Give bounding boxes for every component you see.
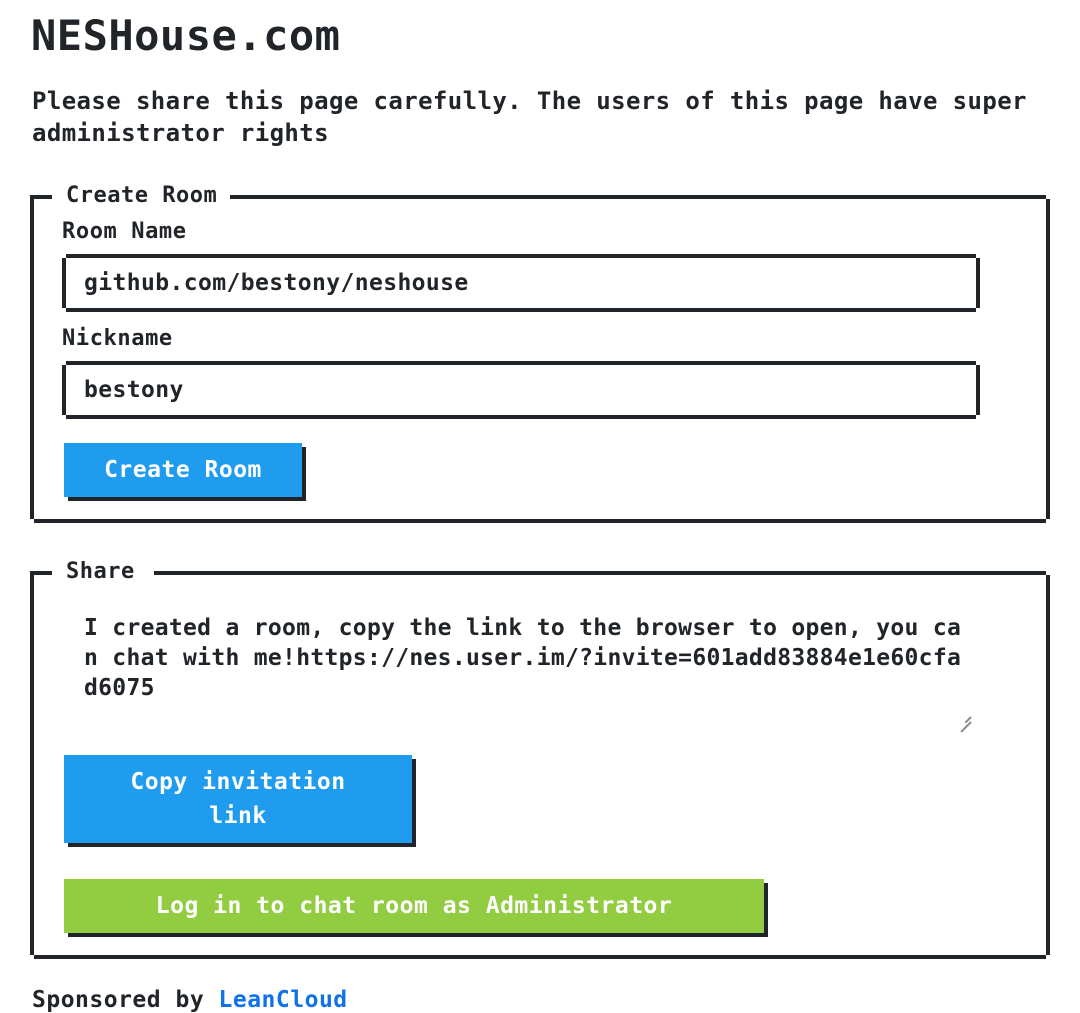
sponsored-prefix-text: Sponsored by bbox=[32, 987, 219, 1013]
create-room-button-label: Create Room bbox=[64, 443, 302, 498]
input-border-right bbox=[976, 258, 980, 309]
create-room-button[interactable]: Create Room bbox=[64, 443, 306, 502]
login-as-administrator-button-label: Log in to chat room as Administrator bbox=[64, 879, 764, 934]
invite-text-content[interactable]: I created a room, copy the link to the b… bbox=[66, 607, 976, 730]
input-border-bottom bbox=[66, 415, 976, 420]
fieldset-border-top-right bbox=[154, 571, 1046, 576]
copy-button-label-line1: Copy invitation bbox=[130, 769, 346, 796]
share-section: Share I created a room, copy the link to… bbox=[30, 557, 1050, 960]
share-legend: Share bbox=[58, 559, 145, 585]
sponsor-footer: Sponsored by LeanCloud bbox=[32, 987, 1050, 1013]
leancloud-sponsor-link[interactable]: LeanCloud bbox=[219, 987, 348, 1013]
page-root: NESHouse.com Please share this page care… bbox=[0, 0, 1080, 1013]
page-title: NESHouse.com bbox=[31, 11, 341, 60]
fieldset-border-left bbox=[30, 575, 34, 956]
copy-button-label-line2: link bbox=[209, 803, 267, 830]
room-name-input-wrap bbox=[62, 254, 980, 313]
admin-notice-text: Please share this page carefully. The us… bbox=[32, 87, 1027, 147]
nickname-input[interactable] bbox=[66, 365, 976, 416]
input-border-bottom bbox=[66, 308, 976, 313]
fieldset-border-right bbox=[1046, 199, 1050, 520]
fieldset-border-top-right bbox=[230, 195, 1046, 200]
nickname-label: Nickname bbox=[62, 326, 173, 352]
fieldset-border-top-left bbox=[30, 195, 52, 200]
fieldset-border-top-left bbox=[30, 571, 52, 576]
input-border-right bbox=[976, 365, 980, 416]
invite-textarea-wrap: I created a room, copy the link to the b… bbox=[62, 603, 980, 734]
textarea-resize-handle[interactable] bbox=[957, 710, 972, 734]
fieldset-border-left bbox=[30, 199, 34, 520]
copy-invitation-link-button-face: Copy invitation link bbox=[64, 755, 412, 844]
fieldset-border-bottom bbox=[34, 955, 1046, 960]
login-as-administrator-button[interactable]: Log in to chat room as Administrator bbox=[64, 879, 768, 938]
nickname-input-wrap bbox=[62, 361, 980, 420]
fieldset-border-bottom bbox=[34, 519, 1046, 524]
copy-invitation-link-button[interactable]: Copy invitation link bbox=[64, 755, 416, 848]
create-room-section: Create Room Room Name Nickname Create Ro… bbox=[30, 181, 1050, 524]
fieldset-border-right bbox=[1046, 575, 1050, 956]
create-room-legend: Create Room bbox=[58, 183, 228, 209]
room-name-label: Room Name bbox=[62, 219, 187, 245]
login-button-row: Log in to chat room as Administrator bbox=[54, 843, 1026, 938]
room-name-input[interactable] bbox=[66, 258, 976, 309]
